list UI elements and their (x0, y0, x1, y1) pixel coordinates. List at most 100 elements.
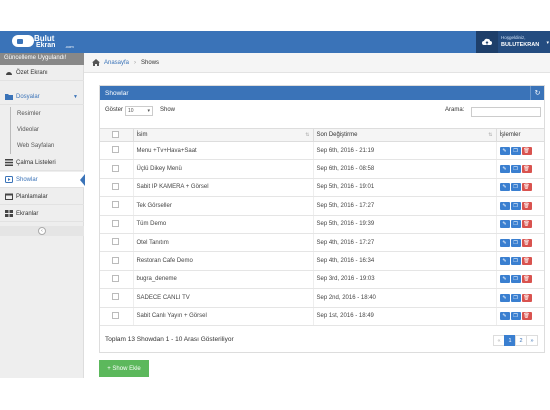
table-row[interactable]: Tek Görseller Sep 5th, 2016 - 17:27 ✎ ❐ 🗑 (100, 196, 544, 216)
sidebar-item-label: Planlamalar (16, 193, 48, 200)
edit-icon[interactable]: ✎ (499, 165, 510, 174)
window-top-margin (0, 0, 550, 31)
edit-icon[interactable]: ✎ (499, 238, 510, 247)
sidebar-item-files[interactable]: Dosyalar ▼ (0, 89, 84, 105)
copy-icon[interactable]: ❐ (510, 201, 521, 210)
row-checkbox[interactable] (112, 146, 119, 154)
sidebar-subitem-web-pages[interactable]: Web Sayfaları (0, 138, 84, 154)
edit-icon[interactable]: ✎ (499, 293, 510, 302)
logo-text-suffix: .com (65, 44, 74, 49)
sidebar-subitem-images[interactable]: Resimler (0, 106, 84, 122)
trash-icon[interactable]: 🗑 (521, 238, 532, 247)
search-input[interactable] (471, 107, 541, 117)
breadcrumb-home-link[interactable]: Anasayfa (104, 60, 129, 66)
table-row[interactable]: Tüm Demo Sep 5th, 2016 - 19:39 ✎ ❐ 🗑 (100, 215, 544, 234)
table-row[interactable]: Restoran Cafe Demo Sep 4th, 2016 - 16:34 ✎… (100, 251, 544, 271)
row-checkbox[interactable] (112, 293, 119, 301)
row-name: Tüm Demo (132, 215, 313, 234)
row-name: SADECE CANLI TV (132, 288, 313, 308)
row-checkbox[interactable] (112, 274, 119, 282)
row-checkbox[interactable] (112, 219, 119, 227)
sort-icon: ⇅ (305, 132, 310, 138)
edit-icon[interactable]: ✎ (499, 275, 510, 284)
row-modified: Sep 6th, 2016 - 08:58 (312, 159, 496, 179)
row-checkbox[interactable] (112, 311, 119, 319)
user-menu[interactable]: Hoşgeldiniz, BULUTEKRAN ▾ (498, 31, 550, 53)
trash-icon[interactable]: 🗑 (521, 146, 532, 155)
sidebar-collapse[interactable]: ‹ (0, 226, 84, 236)
chevron-left-icon: ‹ (38, 227, 46, 235)
row-checkbox[interactable] (112, 164, 119, 172)
row-actions: ✎ ❐ 🗑 (495, 215, 544, 234)
copy-icon[interactable]: ❐ (510, 293, 521, 302)
edit-icon[interactable]: ✎ (499, 312, 510, 321)
row-name: Sabit Canlı Yayın + Görsel (132, 307, 313, 326)
edit-icon[interactable]: ✎ (499, 183, 510, 192)
dashboard-icon (5, 69, 13, 76)
sidebar-item-label: Ekranlar (16, 210, 39, 217)
pagination: « 1 2 » (493, 335, 538, 346)
table-row[interactable]: Sabit Canlı Yayın + Görsel Sep 1st, 2016 … (100, 307, 544, 326)
show-count-select[interactable]: 10 ▾ (125, 106, 153, 116)
breadcrumb-separator: › (134, 59, 137, 66)
col-header-name-label: İsim (136, 132, 148, 138)
row-checkbox[interactable] (112, 201, 119, 209)
col-header-modified[interactable]: Son Değiştirme ⇅ (312, 128, 496, 142)
page-next[interactable]: » (526, 335, 538, 346)
cloud-upload-button[interactable] (476, 31, 498, 53)
sidebar-item-schedules[interactable]: Planlamalar (0, 189, 84, 205)
sidebar-item-label: Çalma Listeleri (16, 159, 56, 166)
shows-table: İsim ⇅ Son Değiştirme ⇅ İşlemler Menu +Tv+… (100, 128, 544, 326)
edit-icon[interactable]: ✎ (499, 201, 510, 210)
table-row[interactable]: bugra_deneme Sep 3rd, 2016 - 19:03 ✎ ❐ 🗑 (100, 270, 544, 290)
refresh-icon[interactable]: ↻ (530, 86, 544, 100)
table-summary: Toplam 13 Showdan 1 - 10 Arası Gösterili… (105, 336, 234, 343)
row-modified: Sep 2nd, 2016 - 18:40 (312, 288, 496, 308)
copy-icon[interactable]: ❐ (510, 220, 521, 229)
copy-icon[interactable]: ❐ (510, 275, 521, 284)
edit-icon[interactable]: ✎ (499, 220, 510, 229)
trash-icon[interactable]: 🗑 (521, 275, 532, 284)
row-modified: Sep 4th, 2016 - 16:34 (312, 251, 496, 271)
trash-icon[interactable]: 🗑 (521, 183, 532, 192)
table-row[interactable]: SADECE CANLI TV Sep 2nd, 2016 - 18:40 ✎ ❐ 🗑 (100, 288, 544, 308)
copy-icon[interactable]: ❐ (510, 312, 521, 321)
sidebar-subitem-videos[interactable]: Videolar (0, 122, 84, 138)
sidebar-item-playlists[interactable]: Çalma Listeleri (0, 155, 84, 171)
sidebar-item-screens[interactable]: Ekranlar (0, 206, 84, 222)
row-actions: ✎ ❐ 🗑 (495, 233, 544, 253)
top-navbar (0, 31, 550, 53)
copy-icon[interactable]: ❐ (510, 146, 521, 155)
sidebar-item-dashboard[interactable]: Özet Ekranı (0, 65, 84, 81)
row-checkbox-cell (100, 159, 133, 179)
trash-icon[interactable]: 🗑 (521, 220, 532, 229)
edit-icon[interactable]: ✎ (499, 257, 510, 266)
copy-icon[interactable]: ❐ (510, 165, 521, 174)
logo-text-2: Ekran (36, 42, 56, 49)
add-show-button[interactable]: + Show Ekle (99, 360, 149, 377)
table-row[interactable]: Üçlü Dikey Menü Sep 6th, 2016 - 08:58 ✎ ❐ 🗑 (100, 159, 544, 179)
row-checkbox-cell (100, 251, 133, 271)
trash-icon[interactable]: 🗑 (521, 165, 532, 174)
copy-icon[interactable]: ❐ (510, 183, 521, 192)
trash-icon[interactable]: 🗑 (521, 312, 532, 321)
trash-icon[interactable]: 🗑 (521, 293, 532, 302)
table-row[interactable]: Sabit IP KAMERA + Görsel Sep 5th, 2016 - … (100, 178, 544, 198)
panel-header: Showlar ↻ (100, 86, 544, 100)
copy-icon[interactable]: ❐ (510, 257, 521, 266)
row-checkbox[interactable] (112, 182, 119, 190)
edit-icon[interactable]: ✎ (499, 146, 510, 155)
row-checkbox[interactable] (112, 238, 119, 246)
col-header-name[interactable]: İsim ⇅ (132, 128, 313, 142)
trash-icon[interactable]: 🗑 (521, 257, 532, 266)
trash-icon[interactable]: 🗑 (521, 201, 532, 210)
row-modified: Sep 4th, 2016 - 17:27 (312, 233, 496, 253)
table-row[interactable]: Menu +Tv+Hava+Saat Sep 6th, 2016 - 21:19 ✎… (100, 141, 544, 161)
select-all-checkbox[interactable] (112, 130, 119, 138)
chevron-down-icon: ▼ (73, 93, 78, 100)
sidebar-item-shows[interactable]: Showlar (0, 172, 84, 188)
logo[interactable]: Bulut Ekran .com (12, 33, 74, 51)
copy-icon[interactable]: ❐ (510, 238, 521, 247)
row-checkbox[interactable] (112, 256, 119, 264)
table-row[interactable]: Otel Tanıtım Sep 4th, 2016 - 17:27 ✎ ❐ 🗑 (100, 233, 544, 253)
